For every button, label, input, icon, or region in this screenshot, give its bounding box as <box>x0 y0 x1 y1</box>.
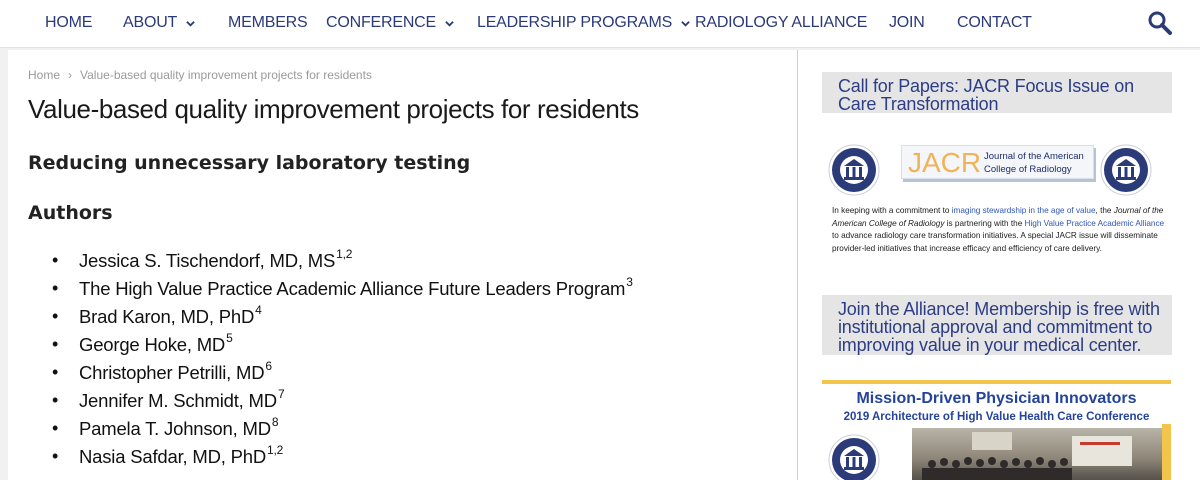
authors-heading: Authors <box>28 202 113 224</box>
list-item: Christopher Petrilli, MD6 <box>52 359 633 390</box>
author-name: Jessica S. Tischendorf, MD, MS <box>79 250 336 271</box>
author-affiliation: 3 <box>626 275 633 289</box>
nav-home[interactable]: HOME <box>45 14 92 32</box>
nav-contact-label: CONTACT <box>957 14 1032 31</box>
list-item: Pamela T. Johnson, MD8 <box>52 415 633 446</box>
author-affiliation: 1,2 <box>336 247 353 261</box>
chevron-down-icon <box>186 20 195 27</box>
author-affiliation: 7 <box>277 387 285 401</box>
join-line1: Join the Alliance! Membership is free wi… <box>838 299 1160 319</box>
author-affiliation: 1,2 <box>267 443 284 457</box>
breadcrumb-current: Value-based quality improvement projects… <box>80 68 372 82</box>
jacr-logo-text: JACR <box>908 147 982 178</box>
page-title: Value-based quality improvement projects… <box>28 94 639 124</box>
nav-about-label: ABOUT <box>123 14 178 31</box>
nav-members[interactable]: MEMBERS <box>228 14 308 32</box>
conference-banner[interactable]: Mission-Driven Physician Innovators 2019… <box>822 380 1171 480</box>
nav-join-label: JOIN <box>889 14 925 31</box>
join-line2: institutional approval and commitment to <box>838 317 1153 337</box>
nav-radiology-alliance[interactable]: RADIOLOGY ALLIANCE <box>695 14 867 32</box>
sidebar: Call for Papers: JACR Focus Issue on Car… <box>798 50 1200 480</box>
author-name: Brad Karon, MD, PhD <box>79 306 255 327</box>
search-icon[interactable] <box>1147 10 1173 36</box>
seal-icon <box>828 144 880 196</box>
nav-join[interactable]: JOIN <box>889 14 925 32</box>
seal-icon <box>1100 144 1152 196</box>
list-item: Jessica S. Tischendorf, MD, MS1,2 <box>52 247 633 278</box>
nav-contact[interactable]: CONTACT <box>957 14 1032 32</box>
jacr-logo-sub-2: College of Radiology <box>984 164 1072 175</box>
banner-title: Mission-Driven Physician Innovators <box>856 390 1137 407</box>
chevron-down-icon <box>445 20 454 27</box>
call-for-papers-line1: Call for Papers: JACR Focus Issue on <box>838 76 1134 96</box>
jacr-description: In keeping with a commitment to imaging … <box>832 205 1172 255</box>
seal-icon <box>828 434 880 480</box>
nav-leadership-programs[interactable]: LEADERSHIP PROGRAMS <box>477 14 690 32</box>
banner-accent <box>1162 424 1171 480</box>
join-line3: improving value in your medical center. <box>838 335 1142 355</box>
join-alliance-link[interactable]: Join the Alliance! Membership is free wi… <box>822 295 1172 355</box>
call-for-papers-link[interactable]: Call for Papers: JACR Focus Issue on Car… <box>822 72 1172 113</box>
author-name: Christopher Petrilli, MD <box>79 362 265 383</box>
imaging-stewardship-link[interactable]: imaging stewardship in the age of value <box>952 206 1096 215</box>
breadcrumb: Home › Value-based quality improvement pro… <box>28 68 372 82</box>
nav-home-label: HOME <box>45 14 93 31</box>
nav-conference[interactable]: CONFERENCE <box>326 14 454 32</box>
author-name: Pamela T. Johnson, MD <box>79 418 271 439</box>
jacr-logo: JACR Journal of the American College of … <box>901 145 1094 179</box>
conference-photo <box>912 428 1162 480</box>
group-photo-graphic <box>922 432 1132 480</box>
breadcrumb-separator: › <box>68 68 73 82</box>
nav-conference-label: CONFERENCE <box>326 14 437 31</box>
author-affiliation: 5 <box>226 331 233 345</box>
jacr-desc-text: is partnering with the <box>944 218 1025 228</box>
author-name: George Hoke, MD <box>79 334 226 355</box>
article-subtitle: Reducing unnecessary laboratory testing <box>28 152 471 174</box>
jacr-banner[interactable]: JACR Journal of the American College of … <box>828 142 1168 204</box>
author-affiliation: 4 <box>255 303 262 317</box>
chevron-down-icon <box>681 20 690 27</box>
jacr-logo-subtitle: Journal of the American College of Radio… <box>984 150 1084 176</box>
main-content: Home › Value-based quality improvement pro… <box>8 50 797 480</box>
list-item: Nasia Safdar, MD, PhD1,2 <box>52 443 633 474</box>
list-item: The High Value Practice Academic Allianc… <box>52 275 633 306</box>
list-item: Jennifer M. Schmidt, MD7 <box>52 387 633 418</box>
jacr-desc-text: , the <box>1095 206 1114 215</box>
banner-subtitle: 2019 Architecture of High Value Health C… <box>843 411 1150 423</box>
list-item: George Hoke, MD5 <box>52 331 633 362</box>
author-name: The High Value Practice Academic Allianc… <box>79 278 626 299</box>
top-nav: HOME ABOUT MEMBERS CONFERENCE LEADERSHIP… <box>0 0 1200 48</box>
nav-about[interactable]: ABOUT <box>123 14 195 32</box>
nav-leadership-programs-label: LEADERSHIP PROGRAMS <box>477 14 673 31</box>
hvpaa-link[interactable]: High Value Practice Academic Alliance <box>1025 219 1165 228</box>
author-affiliation: 8 <box>271 415 279 429</box>
jacr-desc-text: In keeping with a commitment to <box>832 206 952 215</box>
nav-radiology-alliance-label: RADIOLOGY ALLIANCE <box>695 14 868 31</box>
author-name: Jennifer M. Schmidt, MD <box>79 390 277 411</box>
authors-list: Jessica S. Tischendorf, MD, MS1,2 The Hi… <box>52 247 633 474</box>
breadcrumb-home[interactable]: Home <box>28 68 60 82</box>
list-item: Brad Karon, MD, PhD4 <box>52 303 633 334</box>
jacr-logo-sub-1: Journal of the American <box>984 151 1084 162</box>
author-name: Nasia Safdar, MD, PhD <box>79 446 267 467</box>
call-for-papers-line2: Care Transformation <box>838 94 999 114</box>
author-affiliation: 6 <box>265 359 272 373</box>
nav-members-label: MEMBERS <box>228 14 308 31</box>
jacr-desc-text: to advance radiology care transformation… <box>832 231 1158 253</box>
